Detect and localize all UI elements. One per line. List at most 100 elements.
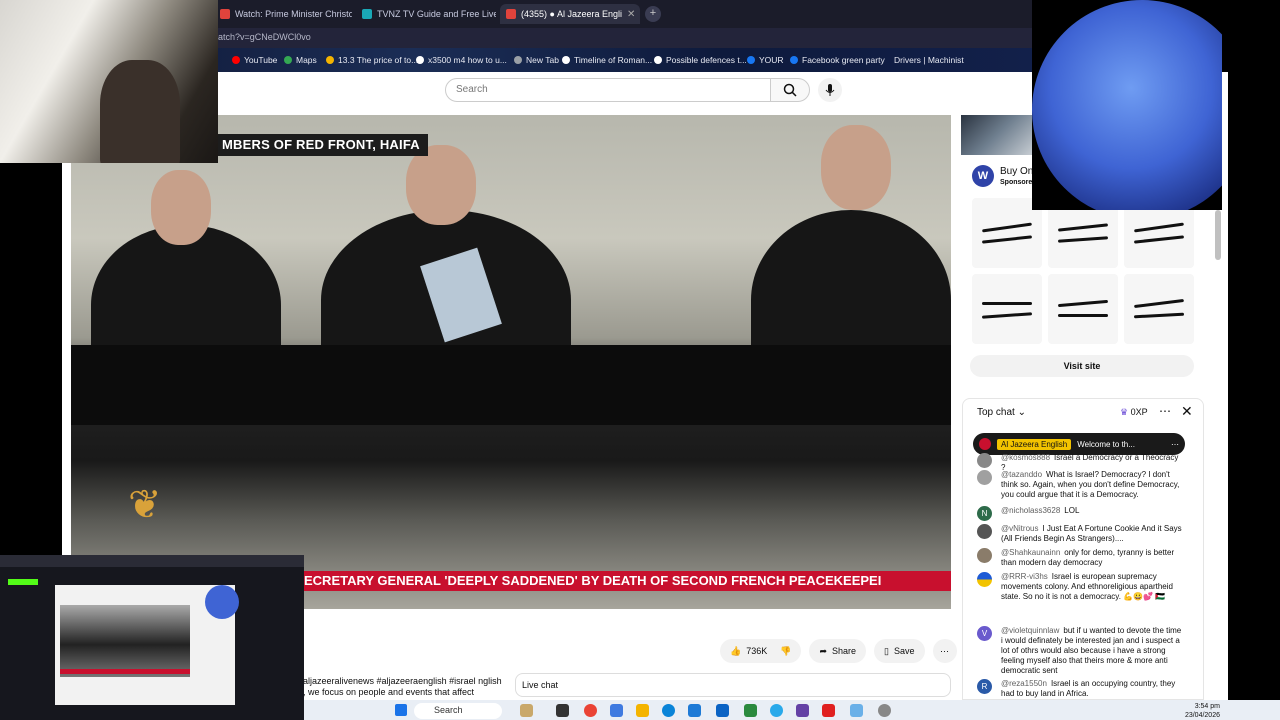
url-text[interactable]: atch?v=gCNeDWCl0vo [218, 32, 311, 42]
bookmark-icon [232, 56, 240, 64]
bookmark-item[interactable]: Drivers | Machinist [894, 55, 964, 65]
chat-message[interactable]: @vNitrous I Just Eat A Fortune Cookie And… [977, 524, 1183, 544]
bookmark-item[interactable]: Timeline of Roman... [562, 55, 652, 65]
chat-message[interactable]: @RRR-vi3hs Israel is european supremacy m… [977, 572, 1183, 602]
xp-badge[interactable]: ♛ 0XP [1120, 407, 1148, 418]
browser-tab-active[interactable]: (4355) ● Al Jazeera Engli ✕ [500, 4, 640, 24]
search-icon [783, 83, 797, 97]
clock-date: 23/04/2026 [1184, 712, 1220, 719]
bookmark-item[interactable]: Facebook green party [790, 55, 885, 65]
chat-username[interactable]: @nicholass3628 [1001, 506, 1060, 515]
bookmark-item[interactable]: New Tab [514, 55, 559, 65]
file-explorer-icon[interactable] [636, 704, 649, 717]
bookmark-icon [514, 56, 522, 64]
ad-title[interactable]: Buy Onl [1000, 166, 1036, 177]
task-view-icon[interactable] [556, 704, 569, 717]
browser-tab[interactable]: TVNZ TV Guide and Free Live ✕ [356, 4, 496, 24]
app-icon[interactable] [850, 704, 863, 717]
video-actions: 👍 736K 👎 ➦ Share ▯ Save ⋯ [720, 639, 957, 663]
bookmark-label: 13.3 The price of to... [338, 55, 419, 65]
close-icon[interactable]: ✕ [627, 9, 635, 20]
video-description[interactable]: aljazeeralivenews #aljazeeraenglish #isr… [303, 676, 503, 700]
app-icon[interactable] [610, 704, 623, 717]
windows-start-icon[interactable] [395, 704, 407, 716]
ad-product-image[interactable] [1124, 274, 1194, 344]
ad-sponsor-label: Sponsore [1000, 179, 1033, 186]
chat-message[interactable]: @tazanddo What is Israel? Democracy? I do… [977, 470, 1183, 500]
tab-title: Watch: Prime Minister Christo [235, 9, 352, 19]
bookmark-label: New Tab [526, 55, 559, 65]
thumbs-down-icon[interactable]: 👎 [780, 646, 791, 657]
nested-planet [205, 585, 239, 619]
store-icon[interactable] [688, 704, 701, 717]
more-icon[interactable]: ⋯ [1171, 440, 1179, 449]
app-icon[interactable] [744, 704, 757, 717]
bookmark-item[interactable]: YouTube [232, 55, 277, 65]
thumbs-up-icon: 👍 [730, 645, 742, 656]
voice-search-button[interactable] [818, 78, 842, 102]
pinned-message[interactable]: Al Jazeera English Welcome to th... ⋯ [973, 433, 1185, 455]
chat-text: LOL [1064, 506, 1080, 515]
tab-favicon-icon [220, 9, 230, 19]
chat-username[interactable]: @vNitrous [1001, 524, 1038, 533]
share-label: Share [832, 646, 857, 656]
news-ticker: ECRETARY GENERAL 'DEEPLY SADDENED' BY DE… [300, 571, 951, 591]
avatar: R [977, 679, 992, 694]
nested-screen-capture [0, 555, 304, 720]
al-jazeera-logo-icon: ❦ [128, 482, 162, 528]
chat-message[interactable]: @Shahkaunainn only for demo, tyranny is b… [977, 548, 1183, 568]
bookmark-item[interactable]: Maps [284, 55, 317, 65]
chrome-icon[interactable] [584, 704, 597, 717]
ad-product-image[interactable] [1048, 274, 1118, 344]
share-icon: ➦ [819, 645, 828, 656]
app-icon[interactable] [822, 704, 835, 717]
browser-tab[interactable]: Watch: Prime Minister Christo ✕ [214, 4, 352, 24]
avatar [977, 453, 992, 468]
microphone-icon [825, 84, 835, 96]
bookmark-item[interactable]: 13.3 The price of to... [326, 55, 418, 65]
taskbar-clock[interactable]: 3:54 pm 23/04/2026 [1180, 702, 1220, 720]
avatar: V [977, 626, 992, 641]
bookmark-item[interactable]: x3500 m4 how to u... [416, 55, 507, 65]
chat-mode-selector[interactable]: Top chat ⌄ [977, 407, 1026, 418]
tab-title: (4355) ● Al Jazeera Engli [521, 9, 622, 19]
taskbar-search[interactable]: Search [414, 703, 502, 719]
ad-product-image[interactable] [972, 274, 1042, 344]
avatar [977, 548, 992, 563]
bookmark-label: x3500 m4 how to u... [428, 55, 507, 65]
app-icon[interactable] [716, 704, 729, 717]
chat-more-button[interactable]: ⋯ [1159, 404, 1171, 418]
webcam-overlay [0, 0, 218, 163]
bookmark-label: Maps [296, 55, 317, 65]
scrollbar-thumb[interactable] [1215, 210, 1221, 260]
settings-icon[interactable] [878, 704, 891, 717]
chat-message[interactable]: R @reza1550n Israel is an occupying countr… [977, 679, 1183, 699]
bookmark-item[interactable]: YOUR [747, 55, 784, 65]
search-button[interactable] [770, 78, 810, 102]
chat-username[interactable]: @reza1550n [1001, 679, 1047, 688]
chat-username[interactable]: @Shahkaunainn [1001, 548, 1060, 557]
chat-username[interactable]: @tazanddo [1001, 470, 1042, 479]
close-chat-button[interactable]: ✕ [1181, 403, 1193, 420]
edge-icon[interactable] [662, 704, 675, 717]
video-player[interactable] [71, 115, 951, 609]
like-button[interactable]: 👍 736K 👎 [720, 639, 802, 663]
save-button[interactable]: ▯ Save [874, 639, 925, 663]
widget-icon[interactable] [520, 704, 533, 717]
twitch-icon[interactable] [796, 704, 809, 717]
bookmark-item[interactable]: Possible defences t... [654, 55, 747, 65]
chat-message[interactable]: N @nicholass3628 LOL [977, 506, 1183, 521]
more-actions-button[interactable]: ⋯ [932, 639, 957, 663]
search-input[interactable]: Search [445, 78, 771, 102]
visit-site-button[interactable]: Visit site [970, 355, 1194, 377]
chat-message[interactable]: V @violetquinnlaw but if u wanted to devot… [977, 626, 1183, 676]
video-person-head [151, 170, 211, 245]
telegram-icon[interactable] [770, 704, 783, 717]
ad-thumbnail[interactable] [961, 115, 1032, 155]
chat-username[interactable]: @RRR-vi3hs [1001, 572, 1048, 581]
live-chat-button[interactable]: Live chat [515, 673, 951, 697]
chat-username[interactable]: @kosmos888 [1001, 453, 1050, 462]
share-button[interactable]: ➦ Share [809, 639, 867, 663]
chat-username[interactable]: @violetquinnlaw [1001, 626, 1059, 635]
new-tab-button[interactable]: + [645, 6, 661, 22]
